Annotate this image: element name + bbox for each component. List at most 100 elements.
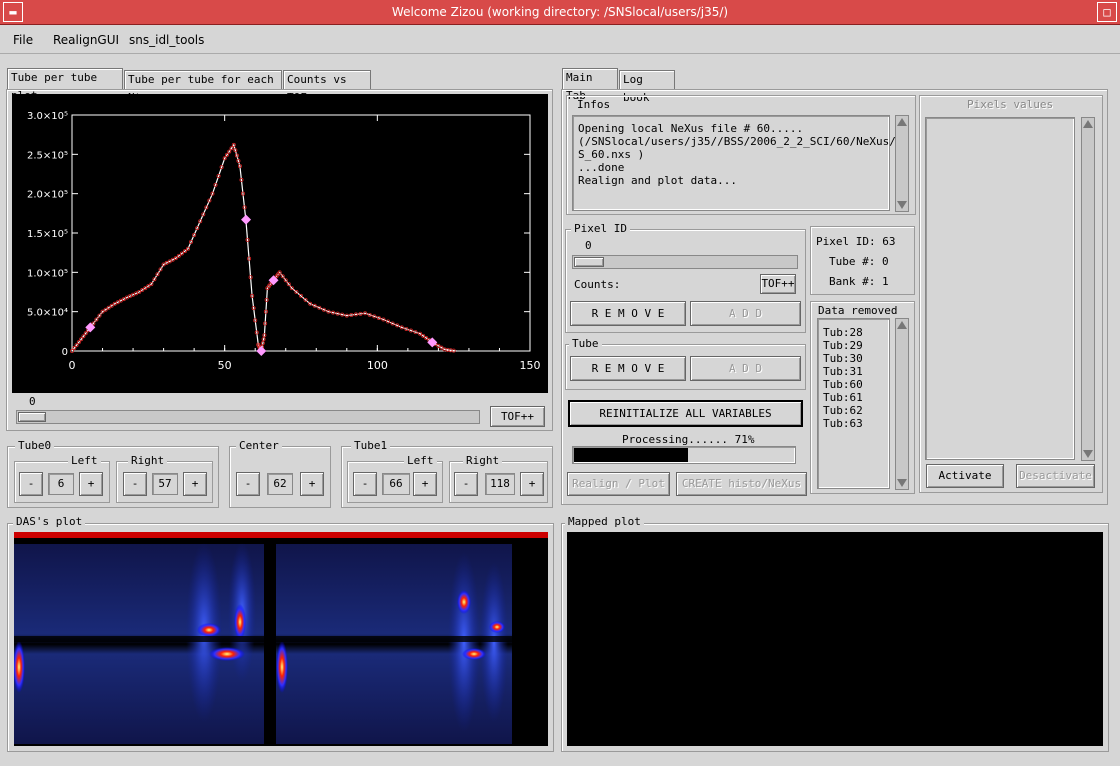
plot-frame <box>71 114 531 352</box>
data-removed-scrollbar[interactable] <box>895 318 909 490</box>
tube0-left-label: Left <box>68 455 101 467</box>
das-dark-line <box>14 636 512 642</box>
tube-label: Tube <box>569 338 602 350</box>
data-removed-list: Tub:28 Tub:29 Tub:30 Tub:31 Tub:60 Tub:6… <box>817 318 890 489</box>
scroll-down-icon[interactable] <box>1083 450 1093 458</box>
tab-main[interactable]: Main Tab <box>562 68 618 102</box>
tab-tube-per-tube-plot[interactable]: Tube per tube plot <box>7 68 123 102</box>
pixel-id-slider-thumb[interactable] <box>574 257 604 267</box>
list-item[interactable]: Tub:60 <box>823 378 889 391</box>
selection-marker <box>268 275 279 286</box>
infos-label: Infos <box>574 99 614 111</box>
realign-plot-button[interactable]: Realign / Plot <box>567 472 670 496</box>
pixels-values-scrollbar[interactable] <box>1081 117 1095 461</box>
list-item[interactable]: Tub:30 <box>823 352 889 365</box>
y-tick-label: 5.0×10⁴ <box>27 308 68 319</box>
tof-plus-button[interactable]: TOF++ <box>490 406 545 427</box>
tof-slider[interactable] <box>16 410 480 424</box>
y-tick-label: 0 <box>62 347 68 358</box>
x-tick-label: 0 <box>69 359 76 372</box>
y-tick-label: 2.5×10⁵ <box>27 150 68 161</box>
das-hot-2 <box>197 623 221 637</box>
y-tick-label: 1.5×10⁵ <box>27 229 68 240</box>
tube0-left-minus[interactable]: - <box>19 472 43 496</box>
list-item[interactable]: Tub:63 <box>823 417 889 430</box>
tube1-left-plus[interactable]: + <box>413 472 437 496</box>
pixel-tof-plus-button[interactable]: TOF++ <box>760 274 796 294</box>
x-tick-label: 50 <box>218 359 232 372</box>
pixel-id-value: 0 <box>585 239 592 252</box>
x-tick-label: 150 <box>520 359 541 372</box>
tube-remove-button[interactable]: R E M O V E <box>570 356 686 381</box>
tube0-right-plus[interactable]: + <box>183 472 207 496</box>
infos-text: Opening local NeXus file # 60..... (/SNS… <box>572 115 909 211</box>
processing-bar-fill <box>574 448 688 462</box>
list-item[interactable]: Tub:29 <box>823 339 889 352</box>
pixel-id-slider[interactable] <box>572 255 798 269</box>
activate-button[interactable]: Activate <box>926 464 1004 488</box>
scroll-up-icon[interactable] <box>897 321 907 329</box>
das-gap-1 <box>264 544 276 744</box>
das-hot-4 <box>276 641 288 693</box>
tof-slider-value: 0 <box>29 395 36 408</box>
list-item[interactable]: Tub:31 <box>823 365 889 378</box>
tube1-label: Tube1 <box>351 440 391 452</box>
infos-line: Opening local NeXus file # 60..... <box>578 122 804 135</box>
tube1-right-input[interactable]: 118 <box>485 473 515 495</box>
pixel-add-button[interactable]: A D D <box>690 301 801 326</box>
infos-line: S_60.nxs ) <box>578 148 645 161</box>
tube1-right-minus[interactable]: - <box>454 472 478 496</box>
processing-text: Processing...... 71% <box>622 433 755 446</box>
tube-add-button[interactable]: A D D <box>690 356 801 381</box>
das-hot-8 <box>462 648 486 660</box>
scroll-up-icon[interactable] <box>1083 120 1093 128</box>
list-item[interactable]: Tub:62 <box>823 404 889 417</box>
menu-realigngui[interactable]: RealignGUI <box>53 33 119 47</box>
center-label: Center <box>236 440 282 452</box>
tube1-left-minus[interactable]: - <box>353 472 377 496</box>
processing-bar <box>572 446 796 464</box>
scroll-down-icon[interactable] <box>897 479 907 487</box>
center-plus[interactable]: + <box>300 472 324 496</box>
infos-scrollbar[interactable] <box>895 115 909 212</box>
center-minus[interactable]: - <box>236 472 260 496</box>
y-tick-label: 2.0×10⁵ <box>27 190 68 201</box>
create-histo-nexus-button[interactable]: CREATE histo/NeXus <box>676 472 807 496</box>
pixel-info-id: Pixel ID: 63 <box>816 235 896 248</box>
menu-sns-idl-tools[interactable]: sns_idl_tools <box>129 33 204 47</box>
menu-bar: File RealignGUI sns_idl_tools <box>0 26 1120 54</box>
infos-line: Realign and plot data... <box>578 174 737 187</box>
mapped-plot-label: Mapped plot <box>565 516 644 528</box>
tube1-left-input[interactable]: 66 <box>382 473 410 495</box>
tube0-right-input[interactable]: 57 <box>152 473 178 495</box>
tube1-right-plus[interactable]: + <box>520 472 544 496</box>
tof-slider-thumb[interactable] <box>18 412 46 422</box>
tab-tube-per-tube-each-nt[interactable]: Tube per tube for each Nt <box>124 70 282 104</box>
maximize-icon[interactable]: □ <box>1097 2 1117 22</box>
tube-plot-chart: 0 50 100 150 0 5.0×10⁴ 1.0×10⁵ 1.5×10⁵ 2.0×10⁵ 2.… <box>27 111 541 372</box>
reinitialize-button[interactable]: REINITIALIZE ALL VARIABLES <box>568 400 803 427</box>
pixel-info-tube: Tube #: 0 <box>829 255 889 268</box>
pixel-remove-button[interactable]: R E M O V E <box>570 301 686 326</box>
tab-counts-vs-tof[interactable]: Counts vs TOF <box>283 70 371 104</box>
tube0-right-minus[interactable]: - <box>123 472 147 496</box>
pixel-id-label: Pixel ID <box>571 223 630 235</box>
deactivate-button[interactable]: Desactivate <box>1016 464 1095 488</box>
window-menu-icon[interactable]: ▬ <box>3 2 23 22</box>
scroll-up-icon[interactable] <box>897 118 907 126</box>
title-bar: Welcome Zizou (working directory: /SNSlo… <box>0 0 1120 25</box>
tube0-left-input[interactable]: 6 <box>48 473 74 495</box>
tube0-left-plus[interactable]: + <box>79 472 103 496</box>
center-input[interactable]: 62 <box>267 473 293 495</box>
tube-plot: 0 50 100 150 0 5.0×10⁴ 1.0×10⁵ 1.5×10⁵ 2.0×10⁵ 2.… <box>12 94 548 393</box>
y-tick-label: 1.0×10⁵ <box>27 268 68 279</box>
scroll-down-icon[interactable] <box>897 201 907 209</box>
list-item[interactable]: Tub:61 <box>823 391 889 404</box>
series-line <box>71 143 457 353</box>
das-plot-label: DAS's plot <box>13 516 86 528</box>
menu-file[interactable]: File <box>13 33 33 47</box>
counts-label: Counts: <box>574 278 621 291</box>
y-tick-label: 3.0×10⁵ <box>27 111 68 122</box>
list-item[interactable]: Tub:28 <box>823 326 889 339</box>
tab-log-book[interactable]: Log book <box>619 70 675 104</box>
